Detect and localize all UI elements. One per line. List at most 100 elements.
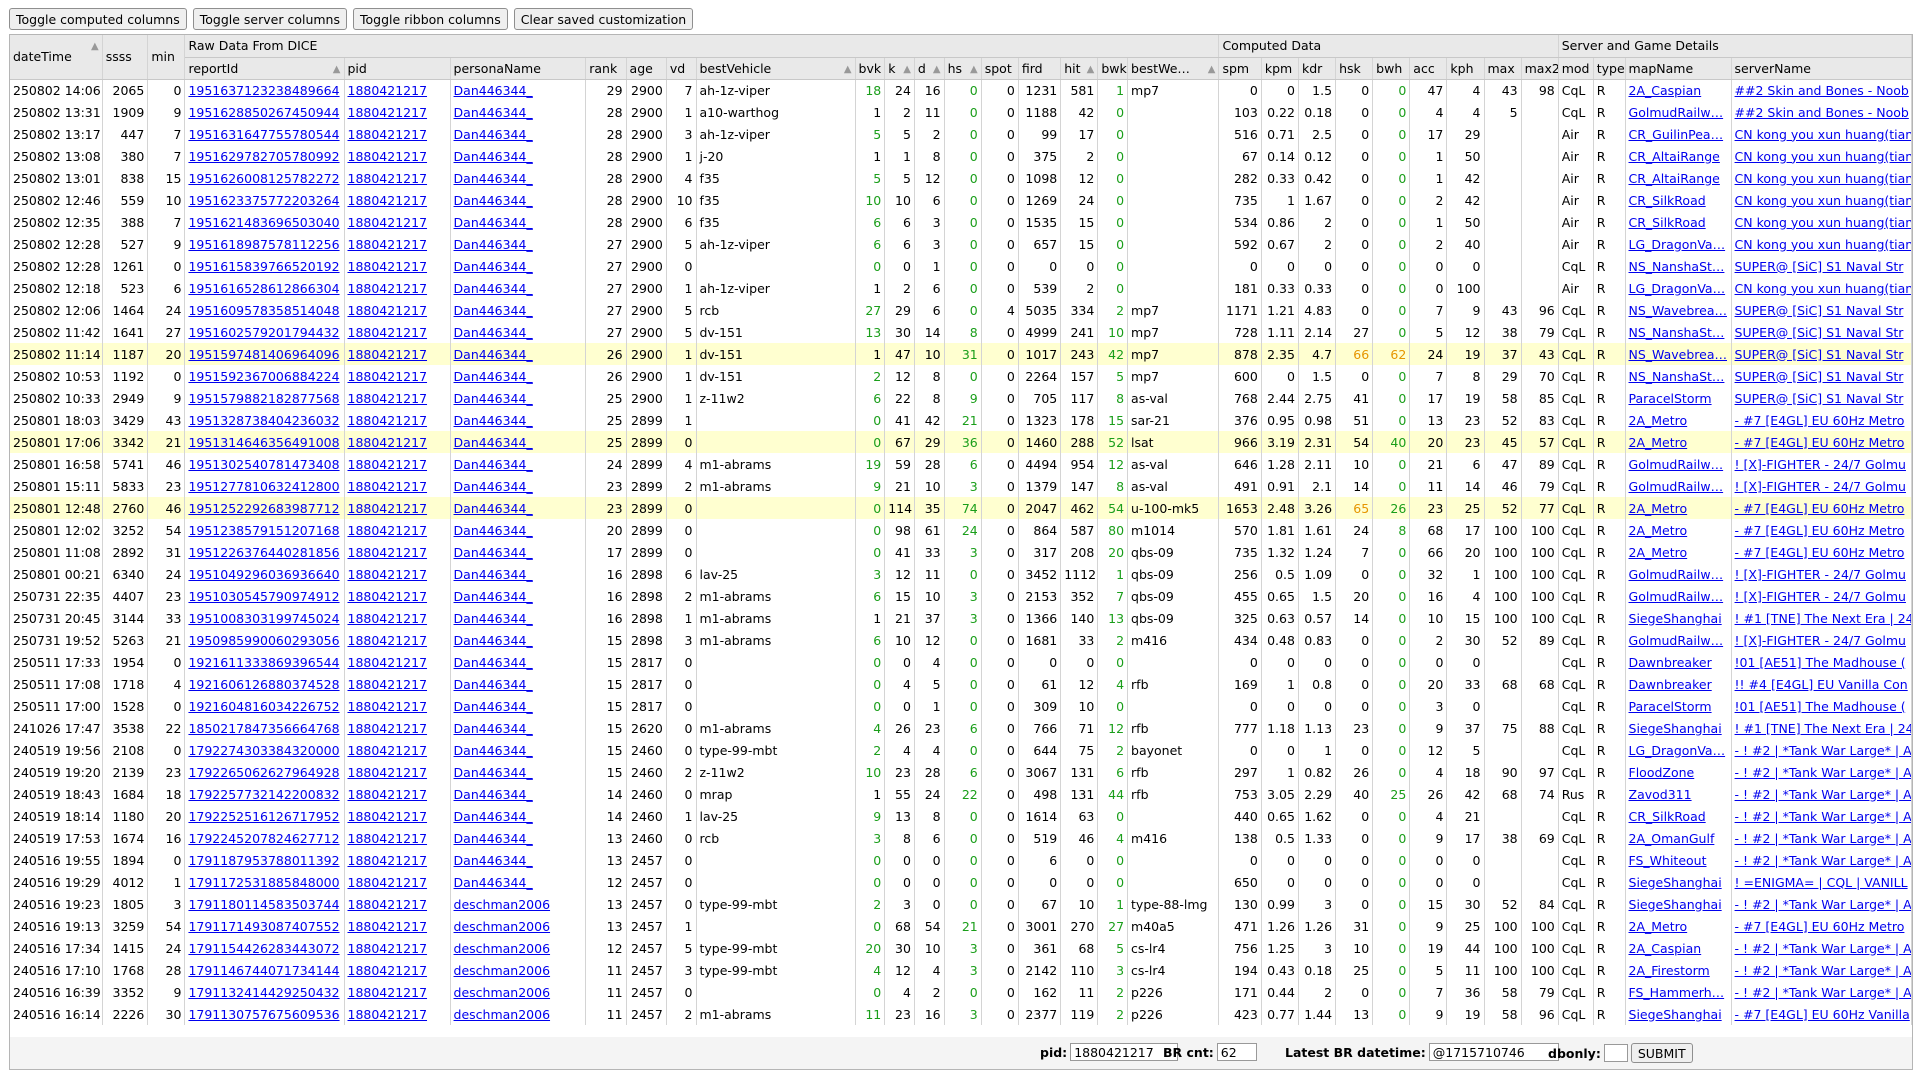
cell-link[interactable]: SiegeShanghai	[1629, 721, 1722, 736]
table-row[interactable]: 250802 13:01 838 15 1951626008125782272 1880…	[10, 167, 1912, 189]
cell-link[interactable]: 1791187953788011392	[188, 853, 339, 868]
group-header-server[interactable]: Server and Game Details	[1558, 35, 1912, 58]
clear-customization-button[interactable]: Clear saved customization	[513, 8, 694, 30]
cell-link[interactable]: - ! #2 | *Tank War Large* | A	[1735, 831, 1911, 846]
cell-link[interactable]: - #7 [E4GL] EU 60Hz Vanilla	[1735, 1007, 1910, 1022]
cell-link[interactable]: 2A_Metro	[1629, 435, 1688, 450]
cell-link[interactable]: Dawnbreaker	[1629, 655, 1712, 670]
table-row[interactable]: 240519 17:53 1674 16 1792245207824627712 188…	[10, 827, 1912, 849]
cell-link[interactable]: 1880421217	[348, 215, 428, 230]
sort-triangle-icon[interactable]: ▲	[844, 59, 852, 79]
cell-link[interactable]: 1951602579201794432	[188, 325, 339, 340]
pid-input[interactable]	[1070, 1043, 1179, 1061]
cell-link[interactable]: 1880421217	[348, 281, 428, 296]
cell-link[interactable]: CR_SilkRoad	[1629, 215, 1706, 230]
cell-link[interactable]: 1951252292683987712	[188, 501, 339, 516]
sort-triangle-icon[interactable]: ▲	[1087, 59, 1095, 79]
cell-link[interactable]: 1880421217	[348, 567, 428, 582]
cell-link[interactable]: 1880421217	[348, 941, 428, 956]
table-row[interactable]: 250802 12:18 523 6 1951616528612866304 18804…	[10, 277, 1912, 299]
table-row[interactable]: 250801 12:48 2760 46 1951252292683987712 188…	[10, 497, 1912, 519]
table-row[interactable]: 250802 12:28 1261 0 1951615839766520192 1880…	[10, 255, 1912, 277]
col-header-13[interactable]: hs ▲	[944, 57, 982, 80]
cell-link[interactable]: 1951637123238489664	[188, 83, 339, 98]
cell-link[interactable]: 1951314646356491008	[188, 435, 339, 450]
cell-link[interactable]: FloodZone	[1629, 765, 1695, 780]
table-row[interactable]: 250801 11:08 2892 31 1951226376440281856 188…	[10, 541, 1912, 563]
cell-link[interactable]: - #7 [E4GL] EU 60Hz Metro	[1735, 501, 1905, 516]
cell-link[interactable]: deschman2006	[454, 963, 551, 978]
cell-link[interactable]: 2A_Metro	[1629, 501, 1688, 516]
cell-link[interactable]: Dan446344_	[454, 523, 533, 538]
col-header-23[interactable]: bwh	[1372, 57, 1411, 80]
cell-link[interactable]: LG_DragonVa…	[1629, 237, 1726, 252]
cell-link[interactable]: CR_SilkRoad	[1629, 809, 1706, 824]
cell-link[interactable]: 1880421217	[348, 435, 428, 450]
table-row[interactable]: 250801 17:06 3342 21 1951314646356491008 188…	[10, 431, 1912, 453]
col-header-29[interactable]: type	[1593, 57, 1626, 80]
cell-link[interactable]: Dan446344_	[454, 589, 533, 604]
cell-link[interactable]: ! [X]-FIGHTER - 24/7 Golmu	[1735, 567, 1906, 582]
cell-link[interactable]: 1951302540781473408	[188, 457, 339, 472]
cell-link[interactable]: 1880421217	[348, 765, 428, 780]
cell-link[interactable]: Dan446344_	[454, 303, 533, 318]
col-header-9[interactable]: bestVehicle ▲	[696, 57, 856, 80]
cell-link[interactable]: 1880421217	[348, 523, 428, 538]
cell-link[interactable]: - ! #2 | *Tank War Large* | A	[1735, 809, 1911, 824]
cell-link[interactable]: GolmudRailw…	[1629, 633, 1724, 648]
col-header-4[interactable]: pid	[344, 57, 451, 80]
table-row[interactable]: 240516 19:13 3259 54 1791171493087407552 188…	[10, 915, 1912, 937]
group-header-raw[interactable]: Raw Data From DICE	[184, 35, 1220, 58]
cell-link[interactable]: 1792252516126717952	[188, 809, 339, 824]
cell-link[interactable]: 1880421217	[348, 303, 428, 318]
cell-link[interactable]: ! [X]-FIGHTER - 24/7 Golmu	[1735, 633, 1906, 648]
col-header-1[interactable]: ssss	[102, 35, 149, 80]
cell-link[interactable]: CR_GuilinPea…	[1629, 127, 1724, 142]
cell-link[interactable]: 1880421217	[348, 699, 428, 714]
latest-input[interactable]	[1428, 1043, 1559, 1061]
cell-link[interactable]: deschman2006	[454, 919, 551, 934]
cell-link[interactable]: 1950985990060293056	[188, 633, 339, 648]
col-header-30[interactable]: mapName	[1625, 57, 1732, 80]
cell-link[interactable]: - ! #2 | *Tank War Large* | A	[1735, 897, 1911, 912]
table-row[interactable]: 250802 13:17 447 7 1951631647755780544 18804…	[10, 123, 1912, 145]
cell-link[interactable]: NS_Wavebrea…	[1629, 303, 1728, 318]
table-row[interactable]: 240516 19:23 1805 3 1791180114583503744 1880…	[10, 893, 1912, 915]
cell-link[interactable]: Dan446344_	[454, 149, 533, 164]
col-header-8[interactable]: vd	[666, 57, 697, 80]
cell-link[interactable]: CN kong you xun huang(tian	[1735, 171, 1911, 186]
cell-link[interactable]: 1880421217	[348, 897, 428, 912]
table-row[interactable]: 250511 17:33 1954 0 1921611333869396544 1880…	[10, 651, 1912, 673]
cell-link[interactable]: 1951626008125782272	[188, 171, 339, 186]
col-header-16[interactable]: hit ▲	[1060, 57, 1099, 80]
col-header-5[interactable]: personaName	[450, 57, 587, 80]
table-row[interactable]: 250731 19:52 5263 21 1950985990060293056 188…	[10, 629, 1912, 651]
cell-link[interactable]: 2A_Metro	[1629, 545, 1688, 560]
cell-link[interactable]: - #7 [E4GL] EU 60Hz Metro	[1735, 919, 1905, 934]
toggle-server-columns-button[interactable]: Toggle server columns	[192, 8, 347, 30]
col-header-11[interactable]: k ▲	[884, 57, 915, 80]
cell-link[interactable]: 1880421217	[348, 193, 428, 208]
sort-triangle-icon[interactable]: ▲	[91, 36, 99, 57]
cell-link[interactable]: 1880421217	[348, 831, 428, 846]
cell-link[interactable]: 1951609578358514048	[188, 303, 339, 318]
col-header-27[interactable]: max2	[1521, 57, 1559, 80]
cell-link[interactable]: - ! #2 | *Tank War Large* | A	[1735, 853, 1911, 868]
cell-link[interactable]: 1951629782705780992	[188, 149, 339, 164]
cell-link[interactable]: 1880421217	[348, 545, 428, 560]
cell-link[interactable]: Dan446344_	[454, 853, 533, 868]
cell-link[interactable]: 1951328738404236032	[188, 413, 339, 428]
col-header-28[interactable]: mod	[1558, 57, 1594, 80]
cell-link[interactable]: GolmudRailw…	[1629, 479, 1724, 494]
cell-link[interactable]: NS_NanshaSt…	[1629, 259, 1725, 274]
cell-link[interactable]: 1951616528612866304	[188, 281, 339, 296]
cell-link[interactable]: 1880421217	[348, 149, 428, 164]
cell-link[interactable]: 1951615839766520192	[188, 259, 339, 274]
cell-link[interactable]: SiegeShanghai	[1629, 611, 1722, 626]
cell-link[interactable]: 1880421217	[348, 369, 428, 384]
cell-link[interactable]: GolmudRailw…	[1629, 567, 1724, 582]
dbonly-input[interactable]	[1603, 1044, 1628, 1062]
cell-link[interactable]: Dan446344_	[454, 743, 533, 758]
cell-link[interactable]: CN kong you xun huang(tian	[1735, 215, 1911, 230]
col-header-26[interactable]: max	[1484, 57, 1522, 80]
